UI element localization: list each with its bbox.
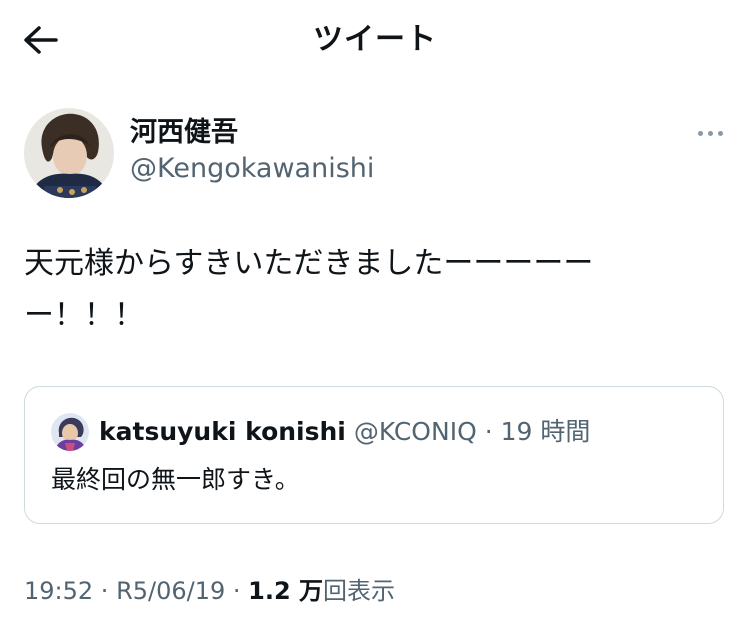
views-count: 1.2 万: [248, 577, 324, 605]
quote-separator: ·: [476, 417, 501, 446]
meta-separator: ·: [225, 577, 249, 605]
author-avatar[interactable]: [24, 108, 114, 198]
quote-author-avatar: [51, 413, 89, 451]
author-handle[interactable]: @Kengokawanishi: [130, 152, 374, 186]
views-label: 回表示: [323, 577, 396, 605]
quote-header: katsuyuki konishi @KCONIQ · 19 時間: [99, 415, 590, 449]
more-options-button[interactable]: [690, 120, 730, 146]
avatar-image: [24, 108, 114, 198]
quote-text: 最終回の無一郎すき。: [51, 465, 300, 494]
author-name[interactable]: 河西健吾: [130, 116, 238, 150]
top-bar: ツイート: [0, 0, 750, 80]
meta-separator: ·: [93, 577, 117, 605]
quote-author-name: katsuyuki konishi: [99, 417, 346, 446]
tweet-time[interactable]: 19:52: [24, 577, 93, 605]
more-dots-icon: [697, 130, 703, 136]
tweet-meta: 19:52 · R5/06/19 · 1.2 万回表示: [24, 574, 395, 608]
avatar-image: [51, 413, 89, 451]
tweet-date[interactable]: R5/06/19: [116, 577, 225, 605]
page-title: ツイート: [313, 22, 437, 57]
quote-author-handle: @KCONIQ: [353, 417, 477, 446]
quote-time: 19 時間: [500, 417, 591, 446]
tweet-text: 天元様からすきいただきましたーーーーーー！！！: [24, 246, 594, 333]
quoted-tweet-card[interactable]: katsuyuki konishi @KCONIQ · 19 時間 最終回の無一…: [24, 386, 724, 524]
